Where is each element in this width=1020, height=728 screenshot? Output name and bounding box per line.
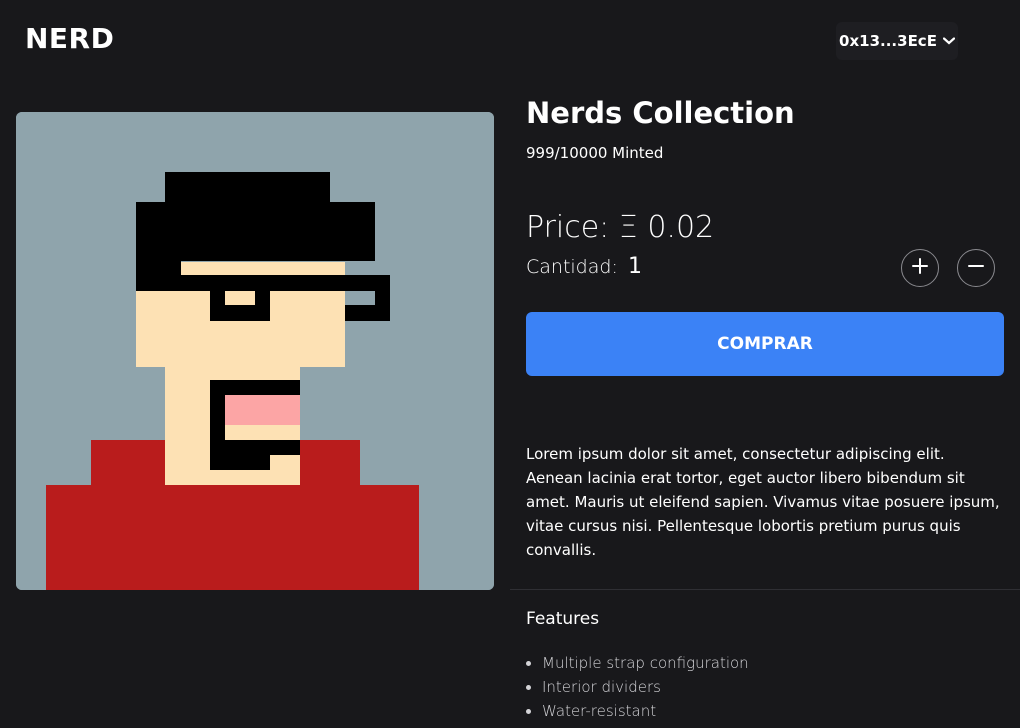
chevron-down-icon bbox=[942, 37, 955, 45]
price-label: Price: Ξ 0.02 bbox=[526, 210, 715, 245]
features-list: Multiple strap configuration Interior di… bbox=[526, 651, 749, 723]
wallet-button[interactable]: 0x13...3EcE bbox=[836, 22, 958, 60]
collection-title: Nerds Collection bbox=[526, 96, 795, 130]
hair-shape bbox=[165, 172, 330, 202]
app-logo[interactable]: NERD bbox=[25, 22, 114, 55]
decrease-quantity-button[interactable] bbox=[957, 249, 995, 287]
feature-item: Interior dividers bbox=[542, 675, 749, 699]
description-text: Lorem ipsum dolor sit amet, consectetur … bbox=[526, 445, 1000, 559]
plus-icon bbox=[912, 258, 928, 278]
section-divider bbox=[510, 589, 1020, 590]
feature-item: Water-resistant bbox=[542, 699, 749, 723]
buy-button[interactable]: COMPRAR bbox=[526, 312, 1004, 376]
quantity-value: 1 bbox=[628, 254, 642, 279]
quantity-label: Cantidad: bbox=[526, 256, 618, 278]
feature-item: Multiple strap configuration bbox=[542, 651, 749, 675]
nft-image bbox=[16, 112, 494, 590]
minted-count: 999/10000 Minted bbox=[526, 144, 664, 162]
increase-quantity-button[interactable] bbox=[901, 249, 939, 287]
minus-icon bbox=[968, 258, 984, 278]
wallet-address: 0x13...3EcE bbox=[839, 32, 937, 50]
features-heading: Features bbox=[526, 609, 600, 629]
